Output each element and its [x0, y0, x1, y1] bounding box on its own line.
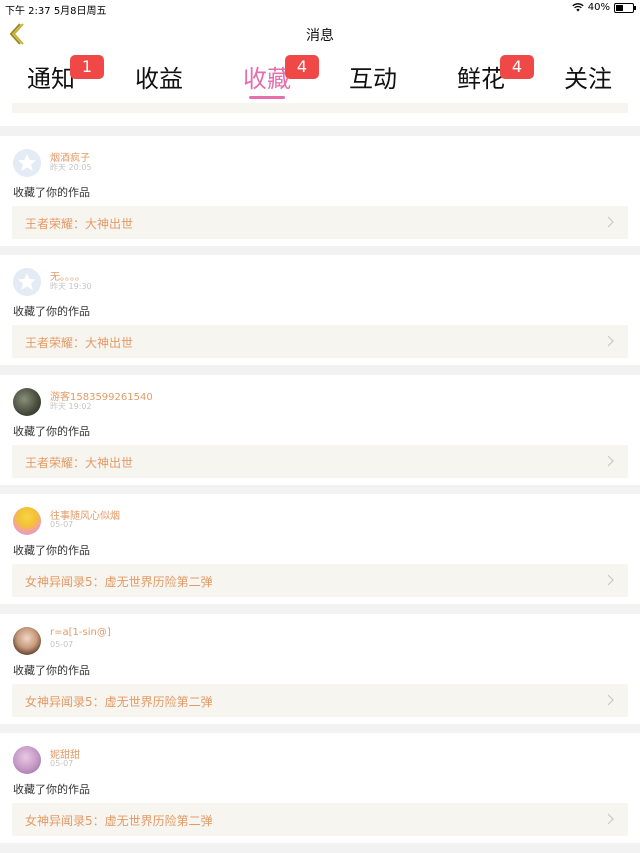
list-item[interactable]: r=a[1-sin@] 05-07 收藏了你的作品 女神异闻录5：虚无世界历险第… [0, 614, 640, 724]
work-card-partial[interactable] [12, 103, 628, 113]
tab-following[interactable]: 关注 [543, 59, 633, 94]
nav-bar: 消息 [0, 17, 640, 51]
unread-badge: 4 [285, 55, 319, 79]
timestamp: 05-07 [50, 520, 74, 529]
work-card[interactable]: 女神异闻录5：虚无世界历险第二弹 [12, 684, 628, 717]
work-title: 女神异闻录5：虚无世界历险第二弹 [25, 814, 213, 828]
chevron-right-icon [607, 574, 614, 586]
status-bar: 下午 2:37 5月8日周五 40% [0, 0, 640, 17]
chevron-right-icon [607, 813, 614, 825]
timestamp: 05-07 [50, 759, 74, 768]
tab-flowers[interactable]: 鲜花 4 [436, 55, 534, 94]
battery-text: 40% [587, 2, 610, 13]
tab-favorites[interactable]: 收藏 4 [222, 55, 319, 99]
chevron-right-icon [607, 694, 614, 706]
user-avatar[interactable] [13, 388, 41, 416]
tab-label: 鲜花 [457, 65, 505, 93]
action-text: 收藏了你的作品 [13, 186, 90, 199]
default-avatar-icon[interactable] [13, 268, 41, 296]
list-item[interactable]: 妮甜甜 05-07 收藏了你的作品 女神异闻录5：虚无世界历险第二弹 [0, 733, 640, 843]
tab-label: 收益 [135, 65, 183, 93]
tab-label: 收藏 [243, 65, 291, 93]
list-item[interactable]: 无。。。。 昨天 19:30 收藏了你的作品 王者荣耀：大神出世 [0, 255, 640, 365]
user-name[interactable]: r=a[1-sin@] [50, 627, 111, 638]
wifi-icon [572, 3, 584, 12]
work-title: 女神异闻录5：虚无世界历险第二弹 [25, 695, 213, 709]
user-avatar[interactable] [13, 627, 41, 655]
action-text: 收藏了你的作品 [13, 544, 90, 557]
work-title: 王者荣耀：大神出世 [25, 217, 134, 231]
tab-label: 通知 [27, 65, 75, 93]
work-title: 王者荣耀：大神出世 [25, 456, 134, 470]
work-card[interactable]: 王者荣耀：大神出世 [12, 206, 628, 239]
user-avatar[interactable] [13, 746, 41, 774]
chevron-right-icon [607, 335, 614, 347]
tab-earnings[interactable]: 收益 [114, 59, 204, 94]
work-title: 王者荣耀：大神出世 [25, 336, 134, 350]
work-title: 女神异闻录5：虚无世界历险第二弹 [25, 575, 213, 589]
active-tab-indicator [249, 96, 285, 99]
action-text: 收藏了你的作品 [13, 305, 90, 318]
chevron-right-icon [607, 216, 614, 228]
work-card[interactable]: 女神异闻录5：虚无世界历险第二弹 [12, 803, 628, 836]
work-card[interactable]: 女神异闻录5：虚无世界历险第二弹 [12, 564, 628, 597]
timestamp: 昨天 19:02 [50, 402, 92, 411]
action-text: 收藏了你的作品 [13, 664, 90, 677]
battery-icon [614, 2, 636, 13]
partial-list-item [0, 103, 640, 126]
timestamp: 昨天 19:30 [50, 282, 92, 291]
list-item[interactable]: 烟酒疯子 昨天 20:05 收藏了你的作品 王者荣耀：大神出世 [0, 136, 640, 246]
tab-label: 互动 [349, 65, 397, 93]
tab-interactions[interactable]: 互动 [328, 59, 418, 94]
user-avatar[interactable] [13, 507, 41, 535]
work-card[interactable]: 王者荣耀：大神出世 [12, 445, 628, 478]
default-avatar-icon[interactable] [13, 149, 41, 177]
tab-bar: 通知 1 收益 收藏 4 互动 鲜花 4 关注 [0, 51, 640, 103]
work-card[interactable]: 王者荣耀：大神出世 [12, 325, 628, 358]
page-title: 消息 [306, 28, 334, 44]
unread-badge: 1 [70, 55, 104, 79]
timestamp: 昨天 20:05 [50, 163, 92, 172]
list-item[interactable]: 往事随风心似烟 05-07 收藏了你的作品 女神异闻录5：虚无世界历险第二弹 [0, 494, 640, 604]
status-time: 下午 2:37 5月8日周五 [5, 6, 107, 17]
action-text: 收藏了你的作品 [13, 783, 90, 796]
timestamp: 05-07 [50, 640, 74, 649]
list-item[interactable]: 游客1583599261540 昨天 19:02 收藏了你的作品 王者荣耀：大神… [0, 375, 640, 485]
action-text: 收藏了你的作品 [13, 425, 90, 438]
status-right: 40% [572, 2, 636, 13]
tab-notifications[interactable]: 通知 1 [6, 55, 104, 94]
unread-badge: 4 [500, 55, 534, 79]
tab-label: 关注 [564, 65, 612, 93]
chevron-right-icon [607, 455, 614, 467]
